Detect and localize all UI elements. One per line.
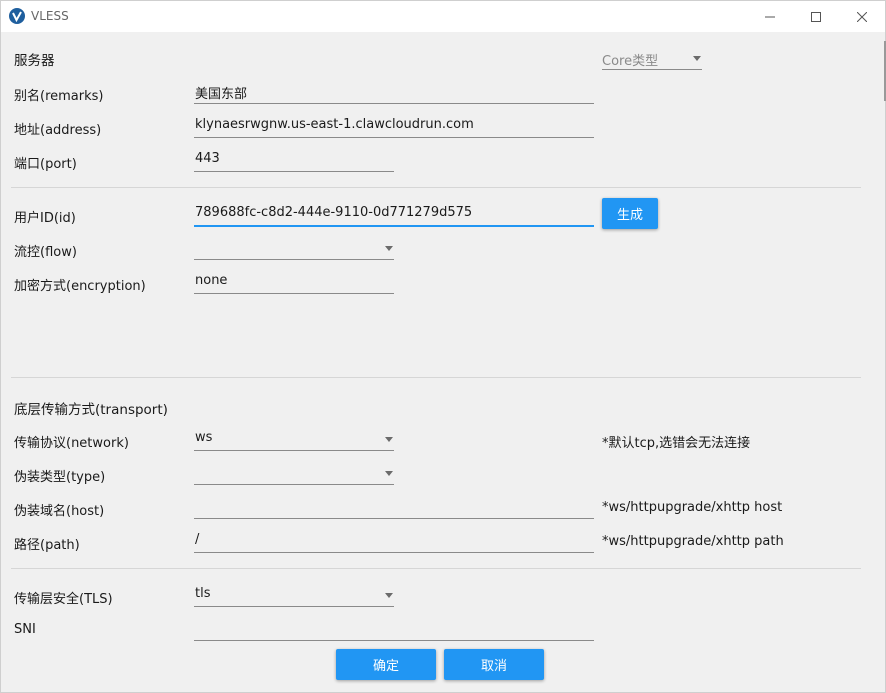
network-value: ws xyxy=(195,430,213,445)
remarks-label: 别名(remarks) xyxy=(14,89,104,104)
encryption-value: none xyxy=(195,273,228,288)
sni-label: SNI xyxy=(14,622,36,637)
transport-section-title: 底层传输方式(transport) xyxy=(14,402,168,418)
address-input[interactable]: klynaesrwgnw.us-east-1.clawcloudrun.com xyxy=(194,115,594,138)
host-label: 伪装域名(host) xyxy=(14,504,105,519)
cancel-button[interactable]: 取消 xyxy=(444,649,544,680)
divider xyxy=(11,187,861,188)
port-value: 443 xyxy=(195,151,220,166)
path-label: 路径(path) xyxy=(14,538,80,553)
network-label: 传输协议(network) xyxy=(14,436,129,451)
tls-label: 传输层安全(TLS) xyxy=(14,592,113,607)
host-hint: *ws/httpupgrade/xhttp host xyxy=(602,500,783,515)
tls-select[interactable]: tls xyxy=(194,584,394,607)
path-input[interactable]: / xyxy=(194,530,594,553)
remarks-value: 美国东部 xyxy=(195,87,248,102)
vless-dialog: VLESS 服务器 Core类型 别名(remarks) 美国东部 地址(add… xyxy=(0,0,886,693)
user-id-input[interactable]: 789688fc-c8d2-444e-9110-0d771279d575 xyxy=(194,203,594,227)
divider xyxy=(11,568,861,569)
close-icon[interactable] xyxy=(839,1,885,32)
remarks-input[interactable]: 美国东部 xyxy=(194,81,594,104)
core-type-placeholder: Core类型 xyxy=(602,54,659,69)
title-bar: VLESS xyxy=(1,1,885,32)
chevron-down-icon xyxy=(385,437,393,442)
generate-button[interactable]: 生成 xyxy=(602,198,658,229)
chevron-down-icon xyxy=(385,593,393,598)
encryption-label: 加密方式(encryption) xyxy=(14,279,146,294)
core-type-select[interactable]: Core类型 xyxy=(602,47,702,70)
minimize-icon[interactable] xyxy=(747,1,793,32)
port-input[interactable]: 443 xyxy=(194,149,394,172)
divider xyxy=(11,377,861,378)
network-hint: *默认tcp,选错会无法连接 xyxy=(602,436,751,451)
flow-select[interactable] xyxy=(194,237,394,260)
host-input[interactable] xyxy=(194,496,594,519)
window-title: VLESS xyxy=(31,9,69,23)
path-value: / xyxy=(195,532,200,547)
user-id-value: 789688fc-c8d2-444e-9110-0d771279d575 xyxy=(195,205,473,220)
maximize-icon[interactable] xyxy=(793,1,839,32)
chevron-down-icon xyxy=(693,56,701,61)
ok-button[interactable]: 确定 xyxy=(336,649,436,680)
tls-value: tls xyxy=(195,586,211,601)
sni-input[interactable] xyxy=(194,618,594,641)
encryption-input[interactable]: none xyxy=(194,271,394,294)
v2ray-app-icon xyxy=(9,8,25,24)
path-hint: *ws/httpupgrade/xhttp path xyxy=(602,534,784,549)
type-select[interactable] xyxy=(194,462,394,485)
port-label: 端口(port) xyxy=(14,157,77,172)
flow-label: 流控(flow) xyxy=(14,245,77,260)
server-section-title: 服务器 xyxy=(14,53,55,69)
network-select[interactable]: ws xyxy=(194,428,394,451)
type-label: 伪装类型(type) xyxy=(14,470,106,485)
address-value: klynaesrwgnw.us-east-1.clawcloudrun.com xyxy=(195,117,474,132)
chevron-down-icon xyxy=(385,246,393,251)
chevron-down-icon xyxy=(385,471,393,476)
address-label: 地址(address) xyxy=(14,123,102,138)
user-id-label: 用户ID(id) xyxy=(14,211,76,226)
